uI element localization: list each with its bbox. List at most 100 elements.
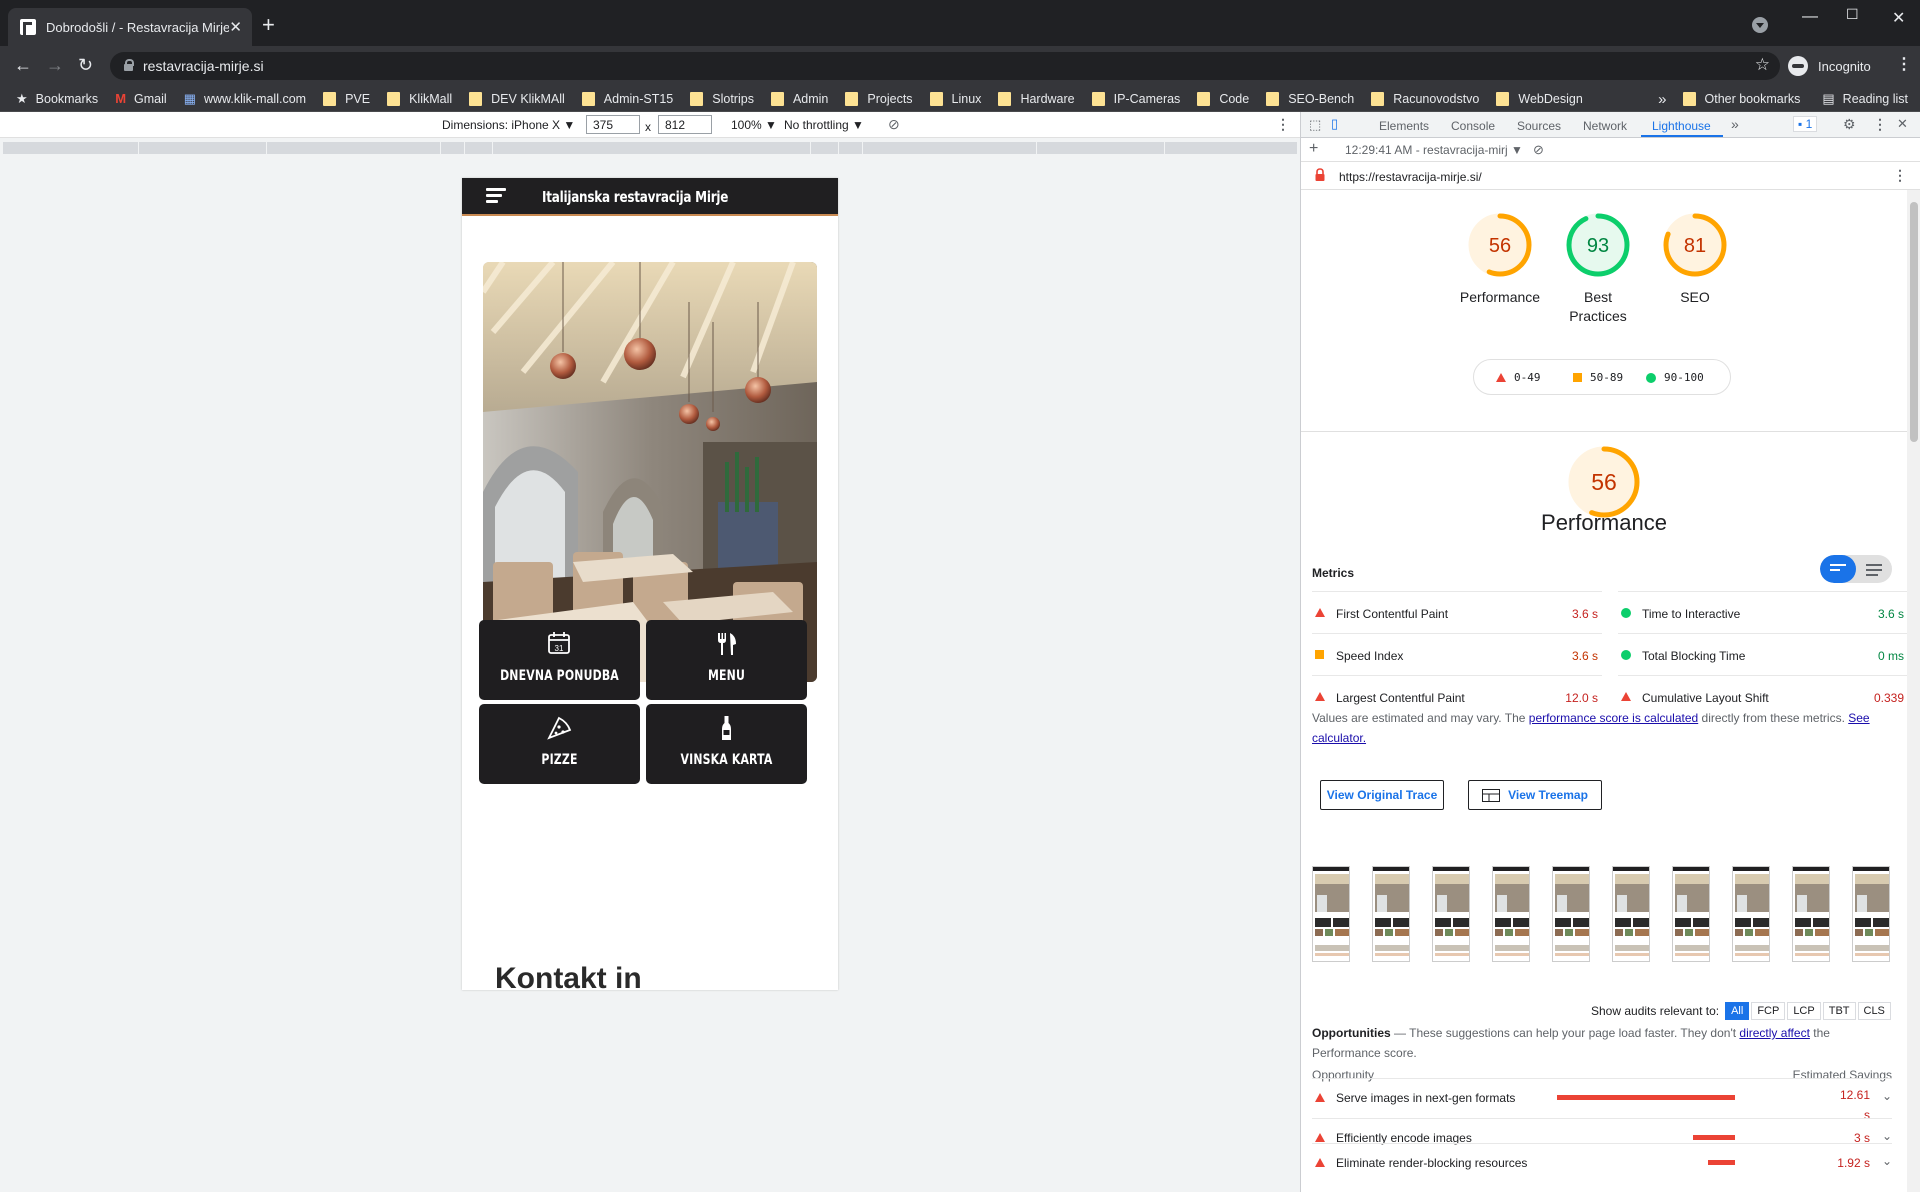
other-bookmarks[interactable]: Other bookmarks [1682,92,1800,106]
bookmark-code[interactable]: Code [1197,91,1249,106]
tab-elements[interactable]: Elements [1379,119,1429,133]
new-tab-button[interactable]: + [262,14,275,36]
zoom-select[interactable]: 100% ▼ [731,118,777,132]
bookmark-webdesign[interactable]: WebDesign [1496,91,1583,106]
bookmark-hardware[interactable]: Hardware [998,91,1075,106]
filmstrip-frame[interactable] [1372,866,1410,962]
score-calculated-link[interactable]: performance score is calculated [1529,711,1698,725]
bookmark-ip-cameras[interactable]: IP-Cameras [1091,91,1180,106]
filter-cls[interactable]: CLS [1857,1002,1891,1020]
minimize-icon[interactable]: — [1802,8,1818,26]
incognito-profile[interactable]: Incognito [1788,55,1871,77]
issues-badge[interactable]: ▪ 1 [1793,116,1818,132]
browser-toolbar: ← → ↻ restavracija-mirje.si ☆ Incognito … [0,46,1920,86]
lock-icon [124,59,134,71]
close-icon[interactable]: ✕ [229,18,242,36]
chevron-down-icon[interactable]: ⌄ [1882,1129,1892,1143]
bookmark-admin[interactable]: Admin [770,91,828,106]
filter-all[interactable]: All [1725,1002,1750,1020]
tab-search-icon[interactable] [1752,17,1768,33]
reload-icon[interactable]: ↻ [78,56,93,74]
opportunity-serve-images-in-next-gen-formats[interactable]: Serve images in next-gen formats 12.61 s… [1312,1078,1892,1122]
bookmark-gmail[interactable]: M Gmail [115,91,167,106]
device-toggle-icon[interactable]: ▯ [1331,116,1338,132]
browser-tab[interactable]: Dobrodošli / - Restavracija Mirje ✕ [8,8,252,46]
report-scrollbar[interactable] [1907,190,1920,1192]
chevron-down-icon[interactable]: ⌄ [1882,1089,1892,1103]
tile-pizze[interactable]: PIZZE [479,704,640,784]
devtools-menu-icon[interactable]: ⋮ [1873,116,1887,133]
viewport-width-input[interactable]: 375 [586,115,640,134]
throttling-select[interactable]: No throttling ▼ [784,118,864,132]
forward-icon[interactable]: → [46,56,64,74]
back-icon[interactable]: ← [14,56,32,74]
expanded-view-icon[interactable] [1866,564,1882,579]
tab-console[interactable]: Console [1451,119,1495,133]
inspect-element-icon[interactable]: ⬚ [1309,117,1321,133]
window-close-icon[interactable]: ✕ [1892,8,1905,28]
view-treemap-button[interactable]: View Treemap [1468,780,1602,810]
browser-menu-icon[interactable]: ⋮ [1896,54,1912,74]
filter-fcp[interactable]: FCP [1751,1002,1786,1020]
tile-dnevna-ponudba[interactable]: 31 DNEVNA PONUDBA [479,620,640,700]
media-query-ruler[interactable] [3,142,1297,154]
filmstrip-frame[interactable] [1612,866,1650,962]
view-original-trace-button[interactable]: View Original Trace [1320,780,1444,810]
tile-menu[interactable]: MENU [646,620,807,700]
audited-url[interactable]: https://restavracija-mirje.si/ [1339,170,1482,184]
gauge-best-practices[interactable]: 93 [1565,212,1631,278]
bookmark-star-icon[interactable]: ☆ [1755,55,1770,75]
tab-network[interactable]: Network [1583,119,1627,133]
filmstrip-frame[interactable] [1432,866,1470,962]
bookmark-linux[interactable]: Linux [929,91,981,106]
filmstrip-frame[interactable] [1312,866,1350,962]
bookmark-bookmarks[interactable]: ★ Bookmarks [16,91,98,107]
maximize-icon[interactable]: ☐ [1846,6,1859,23]
more-tabs-icon[interactable]: » [1731,116,1739,132]
bookmark-seo-bench[interactable]: SEO-Bench [1266,91,1354,106]
clear-reports-icon[interactable]: ⊘ [1533,142,1544,158]
bookmark-racunovodstvo[interactable]: Racunovodstvo [1371,91,1479,106]
chevron-down-icon[interactable]: ⌄ [1882,1154,1892,1168]
opportunity-efficiently-encode-images[interactable]: Efficiently encode images 3 s ⌄ [1312,1118,1892,1145]
new-report-icon[interactable]: + [1309,140,1318,158]
bookmark-pve[interactable]: PVE [323,91,370,106]
viewport-height-input[interactable]: 812 [658,115,712,134]
bookmark-slotrips[interactable]: Slotrips [690,91,754,106]
tab-sources[interactable]: Sources [1517,119,1561,133]
device-dimensions-select[interactable]: Dimensions: iPhone X ▼ [442,118,575,132]
directly-affect-link[interactable]: directly affect [1739,1026,1809,1040]
filmstrip-frame[interactable] [1792,866,1830,962]
bookmark-www-klik-mall-com[interactable]: ▦ www.klik-mall.com [184,91,306,107]
bookmarks-overflow-icon[interactable]: » [1658,91,1666,108]
rotate-icon[interactable]: ⊘ [888,116,900,133]
bookmark-dev-klikmall[interactable]: DEV KlikMAll [469,91,565,106]
filter-tbt[interactable]: TBT [1822,1002,1856,1020]
tile-vinska-karta[interactable]: VINSKA KARTA [646,704,807,784]
opportunity-eliminate-render-blocking-resources[interactable]: Eliminate render-blocking resources 1.92… [1312,1143,1892,1170]
reading-list[interactable]: ▤ Reading list [1822,91,1908,107]
site-title[interactable]: Italijanska restavracija Mirje [542,188,728,206]
device-menu-icon[interactable]: ⋮ [1276,116,1290,133]
gauge-seo[interactable]: 81 [1662,212,1728,278]
filter-lcp[interactable]: LCP [1787,1002,1821,1020]
filmstrip-frame[interactable] [1492,866,1530,962]
metrics-view-toggle[interactable] [1820,555,1892,583]
bookmark-projects[interactable]: Projects [845,91,913,106]
filmstrip-frame[interactable] [1852,866,1890,962]
filmstrip-frame[interactable] [1552,866,1590,962]
svg-text:81: 81 [1684,235,1706,257]
report-menu-icon[interactable]: ⋮ [1893,167,1907,184]
scrollbar-thumb[interactable] [1910,202,1918,442]
bookmark-admin-st15[interactable]: Admin-ST15 [581,91,673,106]
report-select[interactable]: 12:29:41 AM - restavracija-mirj ▼ [1345,143,1523,157]
bookmark-klikmall[interactable]: KlikMall [387,91,452,106]
address-bar[interactable]: restavracija-mirje.si ☆ [110,52,1780,80]
tab-lighthouse[interactable]: Lighthouse [1652,119,1711,133]
settings-gear-icon[interactable]: ⚙ [1843,116,1856,133]
hamburger-menu-icon[interactable] [486,188,506,204]
gauge-performance[interactable]: 56 [1467,212,1533,278]
filmstrip-frame[interactable] [1732,866,1770,962]
close-devtools-icon[interactable]: ✕ [1897,116,1908,132]
filmstrip-frame[interactable] [1672,866,1710,962]
